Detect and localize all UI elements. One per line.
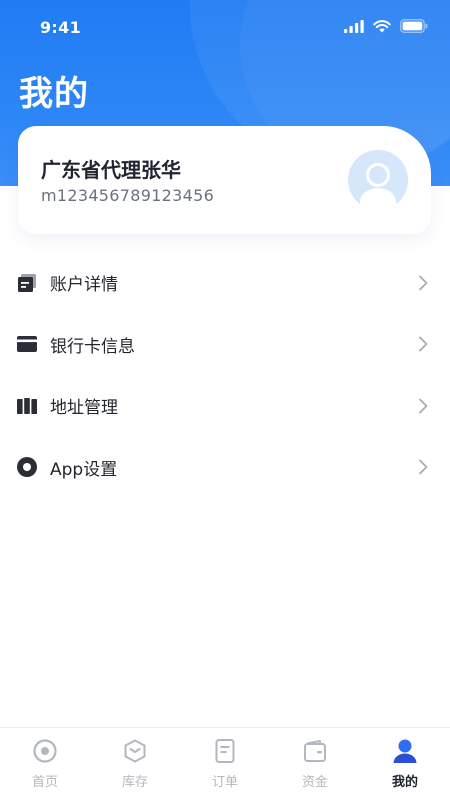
columns-icon [17, 396, 37, 416]
battery-icon [400, 19, 428, 33]
status-time: 9:41 [40, 18, 81, 37]
tab-label: 订单 [211, 775, 238, 790]
settings-menu: 账户详情 银行卡信息 地址管理 App设置 [0, 252, 450, 498]
menu-item-label: App设置 [50, 459, 118, 480]
chevron-right-icon [419, 275, 428, 291]
tab-funds[interactable]: 资金 [270, 728, 360, 800]
home-target-icon [32, 738, 58, 764]
menu-item-address[interactable]: 地址管理 [0, 375, 450, 437]
status-icons [344, 19, 428, 33]
menu-item-account-details[interactable]: 账户详情 [0, 252, 450, 314]
document-icon [17, 273, 37, 293]
tab-label: 我的 [391, 775, 418, 790]
page-title: 我的 [19, 74, 89, 114]
profile-name: 广东省代理张华 [41, 158, 181, 182]
settings-ring-icon [17, 457, 37, 478]
chevron-right-icon [419, 398, 428, 414]
tab-label: 首页 [31, 775, 58, 790]
menu-item-app-settings[interactable]: App设置 [0, 437, 450, 499]
inventory-box-icon [122, 738, 148, 764]
bottom-tab-bar: 首页 库存 订单 资金 我的 [0, 727, 450, 800]
signal-icon [344, 19, 364, 33]
profile-card[interactable]: 广东省代理张华 m123456789123456 [18, 126, 431, 234]
card-icon [17, 334, 37, 354]
tab-home[interactable]: 首页 [0, 728, 90, 800]
order-doc-icon [212, 738, 238, 764]
tab-label: 库存 [121, 775, 148, 790]
wifi-icon [373, 19, 391, 32]
tab-mine[interactable]: 我的 [360, 728, 450, 800]
menu-item-label: 银行卡信息 [50, 336, 135, 357]
chevron-right-icon [419, 459, 428, 475]
wallet-icon [302, 738, 328, 764]
tab-orders[interactable]: 订单 [180, 728, 270, 800]
menu-item-label: 地址管理 [50, 398, 118, 419]
chevron-right-icon [419, 336, 428, 352]
menu-item-label: 账户详情 [50, 275, 118, 296]
tab-label: 资金 [301, 775, 328, 790]
tab-inventory[interactable]: 库存 [90, 728, 180, 800]
profile-account-id: m123456789123456 [41, 186, 215, 205]
avatar[interactable] [348, 150, 408, 210]
avatar-user-icon [348, 150, 408, 210]
user-icon [392, 738, 418, 764]
status-bar: 9:41 [0, 0, 450, 56]
menu-item-bank-card[interactable]: 银行卡信息 [0, 314, 450, 376]
